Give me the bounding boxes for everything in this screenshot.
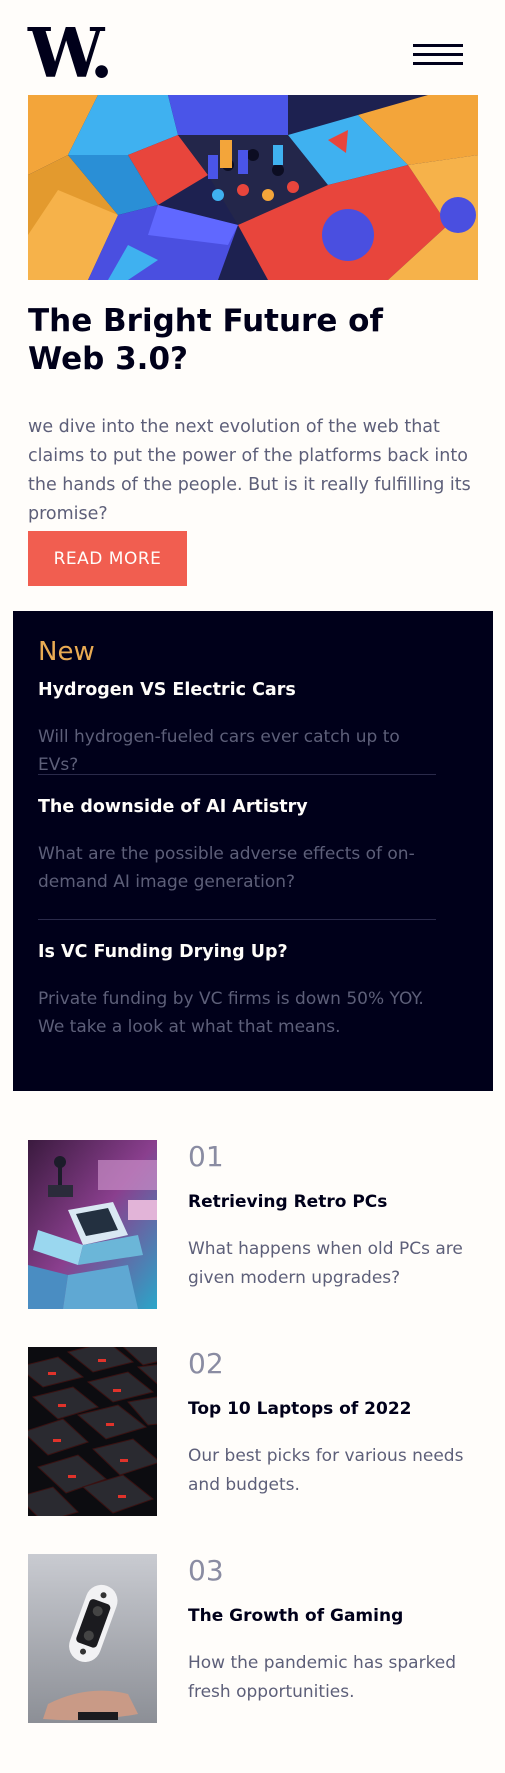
- article-number: 03: [188, 1554, 224, 1587]
- article-item-gaming[interactable]: 03 The Growth of Gaming How the pandemic…: [28, 1554, 478, 1724]
- new-item-description: Will hydrogen-fueled cars ever catch up …: [38, 727, 400, 775]
- site-header: W.: [28, 20, 463, 88]
- new-heading: New: [38, 637, 95, 667]
- hero-title[interactable]: The Bright Future of Web 3.0?: [28, 302, 468, 378]
- article-number: 02: [188, 1347, 224, 1380]
- article-item-retro-pcs[interactable]: 01 Retrieving Retro PCs What happens whe…: [28, 1140, 478, 1310]
- new-item-description: Private funding by VC firms is down 50% …: [38, 989, 424, 1037]
- article-description: How the pandemic has sparked fresh oppor…: [188, 1653, 457, 1702]
- new-item-title[interactable]: The downside of AI Artistry: [38, 795, 436, 819]
- retro-pc-thumbnail[interactable]: [28, 1140, 157, 1309]
- article-description: What happens when old PCs are given mode…: [188, 1239, 463, 1288]
- article-title[interactable]: Retrieving Retro PCs: [188, 1190, 387, 1214]
- game-controller-thumbnail[interactable]: [28, 1554, 157, 1723]
- new-item-vc-funding[interactable]: Is VC Funding Drying Up? Private funding…: [38, 940, 436, 1041]
- divider: [38, 919, 436, 920]
- divider: [38, 774, 436, 775]
- brand-logo[interactable]: W.: [28, 20, 113, 88]
- article-number: 01: [188, 1140, 224, 1173]
- article-item-laptops[interactable]: 02 Top 10 Laptops of 2022 Our best picks…: [28, 1347, 478, 1517]
- keyboard-thumbnail[interactable]: [28, 1347, 157, 1516]
- new-item-description: What are the possible adverse effects of…: [38, 844, 415, 892]
- new-item-title[interactable]: Hydrogen VS Electric Cars: [38, 678, 436, 702]
- article-title[interactable]: Top 10 Laptops of 2022: [188, 1397, 411, 1421]
- new-item-ai-artistry[interactable]: The downside of AI Artistry What are the…: [38, 795, 436, 896]
- hero-image: [28, 95, 478, 280]
- hero-description: we dive into the next evolution of the w…: [28, 417, 471, 524]
- hamburger-menu-icon[interactable]: [413, 44, 463, 66]
- article-description: Our best picks for various needs and bud…: [188, 1446, 464, 1495]
- new-item-title[interactable]: Is VC Funding Drying Up?: [38, 940, 436, 964]
- new-item-hydrogen[interactable]: Hydrogen VS Electric Cars Will hydrogen-…: [38, 678, 436, 779]
- article-title[interactable]: The Growth of Gaming: [188, 1604, 403, 1628]
- new-articles-panel: New Hydrogen VS Electric Cars Will hydro…: [13, 611, 493, 1091]
- read-more-button[interactable]: READ MORE: [28, 531, 187, 586]
